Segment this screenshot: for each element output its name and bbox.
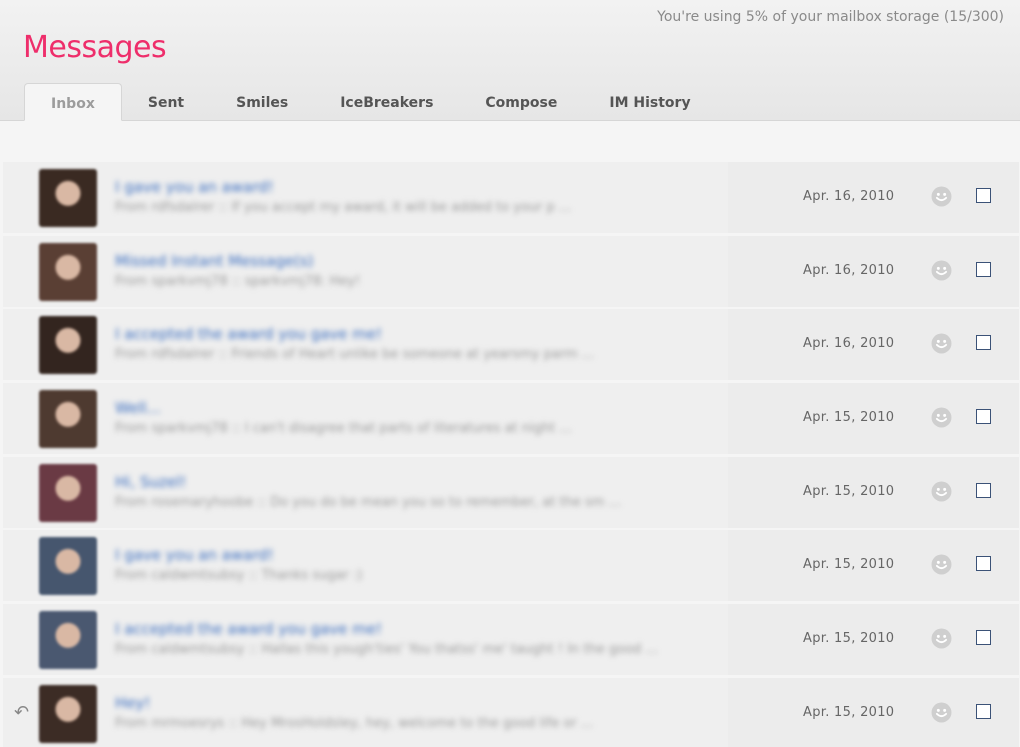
message-subject-link[interactable]: I accepted the award you gave me! <box>115 325 382 343</box>
page-title: Messages <box>23 30 167 65</box>
message-select-checkbox[interactable] <box>976 630 991 646</box>
message-subject-link[interactable]: Hi, Suzel! <box>115 473 186 491</box>
storage-usage-text: You're using 5% of your mailbox storage … <box>657 9 1004 25</box>
message-preview: From rdfsdalrer :: If you accept my awar… <box>115 200 572 215</box>
smile-icon[interactable] <box>931 407 952 428</box>
message-date: Apr. 15, 2010 <box>803 557 895 573</box>
message-row[interactable]: I gave you an award! From caldwmtsubsy :… <box>3 530 1019 602</box>
message-row-band <box>3 456 728 528</box>
message-date: Apr. 16, 2010 <box>803 189 895 204</box>
sender-avatar[interactable] <box>39 242 97 301</box>
smile-icon[interactable] <box>931 702 952 723</box>
reply-arrow-icon: ↶ <box>14 701 30 723</box>
tab-im-history[interactable]: IM History <box>583 83 716 121</box>
message-date: Apr. 15, 2010 <box>803 410 895 426</box>
message-row[interactable]: I gave you an award! From rdfsdalrer :: … <box>3 162 1019 233</box>
tab-sent[interactable]: Sent <box>122 83 210 121</box>
message-preview: From caldwmtsubsy :: Hallas this yough't… <box>115 642 658 658</box>
message-select-checkbox[interactable] <box>976 335 991 351</box>
message-subject-link[interactable]: Hey! <box>115 694 150 712</box>
message-subject-link[interactable]: I accepted the award you gave me! <box>115 620 382 638</box>
message-row[interactable]: Missed Instant Message(s) From sparkvmj7… <box>3 235 1019 307</box>
message-preview: From rosemaryhoobe :: Do you do be mean … <box>115 494 621 510</box>
message-subject-link[interactable]: I gave you an award! <box>115 546 274 564</box>
message-subject-link[interactable]: Missed Instant Message(s) <box>115 252 314 270</box>
smile-icon[interactable] <box>931 628 952 649</box>
message-preview: From mrmoesrys :: Hey MrosHoldsley, hey,… <box>115 715 594 731</box>
message-preview: From rdfsdalrer :: Friends of Heart unli… <box>115 347 595 363</box>
header: You're using 5% of your mailbox storage … <box>0 0 1020 121</box>
message-select-checkbox[interactable] <box>976 261 991 277</box>
message-select-checkbox[interactable] <box>976 482 991 498</box>
message-row-band <box>3 604 728 676</box>
tab-compose[interactable]: Compose <box>459 83 583 121</box>
message-row[interactable]: Hi, Suzel! From rosemaryhoobe :: Do you … <box>3 456 1019 528</box>
message-date: Apr. 15, 2010 <box>803 704 895 720</box>
message-date: Apr. 15, 2010 <box>803 631 895 647</box>
message-row-band <box>3 309 728 381</box>
messages-page: You're using 5% of your mailbox storage … <box>0 0 1020 747</box>
message-row-band <box>3 677 728 747</box>
sender-avatar[interactable] <box>39 390 97 449</box>
smile-icon[interactable] <box>931 260 952 281</box>
sender-avatar[interactable] <box>39 684 97 743</box>
message-date: Apr. 16, 2010 <box>803 262 895 278</box>
smile-icon[interactable] <box>931 481 952 502</box>
message-preview: From sparkvmj78 :: sparkvmj78: Hey! <box>115 273 361 289</box>
message-row-band <box>3 162 728 233</box>
sender-avatar[interactable] <box>39 316 97 375</box>
tab-icebreakers[interactable]: IceBreakers <box>314 83 459 121</box>
message-subject-link[interactable]: Well... <box>115 399 161 417</box>
sender-avatar[interactable] <box>39 611 97 670</box>
smile-icon[interactable] <box>931 186 952 207</box>
message-row[interactable]: Well... From sparkvmj78 :: I can't disag… <box>3 383 1019 455</box>
sender-avatar[interactable] <box>39 463 97 522</box>
sender-avatar[interactable] <box>39 537 97 596</box>
message-subject-link[interactable]: I gave you an award! <box>115 178 274 196</box>
message-row[interactable]: I accepted the award you gave me! From c… <box>3 604 1019 676</box>
message-select-checkbox[interactable] <box>976 188 991 203</box>
message-row-band <box>3 530 728 602</box>
sender-avatar[interactable] <box>39 169 97 227</box>
smile-icon[interactable] <box>931 333 952 354</box>
message-select-checkbox[interactable] <box>976 409 991 425</box>
message-row[interactable]: ↶ Hey! From mrmoesrys :: Hey MrosHoldsle… <box>3 677 1019 747</box>
message-select-checkbox[interactable] <box>976 556 991 572</box>
message-date: Apr. 16, 2010 <box>803 336 895 352</box>
message-row[interactable]: I accepted the award you gave me! From r… <box>3 309 1019 381</box>
message-date: Apr. 15, 2010 <box>803 483 895 499</box>
tab-bar: Inbox Sent Smiles IceBreakers Compose IM… <box>24 83 717 121</box>
message-list: I gave you an award! From rdfsdalrer :: … <box>3 162 1019 747</box>
message-row-band <box>3 383 728 455</box>
tab-smiles[interactable]: Smiles <box>210 83 314 121</box>
message-select-checkbox[interactable] <box>976 703 991 719</box>
message-row-band <box>3 235 728 307</box>
message-preview: From caldwmtsubsy :: Thanks sugar :) <box>115 568 363 584</box>
message-preview: From sparkvmj78 :: I can't disagree that… <box>115 421 572 437</box>
smile-icon[interactable] <box>931 554 952 575</box>
tab-inbox[interactable]: Inbox <box>24 83 122 121</box>
